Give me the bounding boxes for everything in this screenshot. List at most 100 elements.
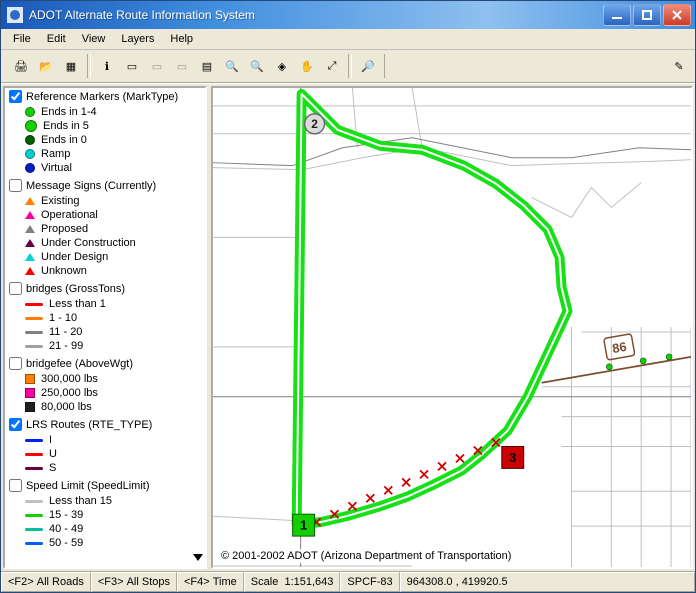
legend-toggle-speed[interactable] — [9, 479, 22, 492]
menu-view[interactable]: View — [74, 31, 114, 47]
find-button[interactable]: 🔎 — [356, 54, 380, 78]
legend-item: Ramp — [25, 147, 201, 161]
status-crs: SPCF-83 — [340, 572, 399, 592]
legend-item-label: 1 - 10 — [49, 311, 77, 325]
maximize-button[interactable] — [633, 4, 661, 26]
menu-help[interactable]: Help — [162, 31, 201, 47]
f2-key: <F2> — [8, 576, 34, 588]
zoom-out-button[interactable]: ◈ — [270, 54, 294, 78]
menu-edit[interactable]: Edit — [39, 31, 74, 47]
svg-text:1: 1 — [300, 518, 307, 533]
status-f3[interactable]: <F3> All Stops — [91, 572, 177, 592]
menu-layers[interactable]: Layers — [113, 31, 162, 47]
legend-item-label: Less than 15 — [49, 494, 112, 508]
new-layer-button[interactable]: ▦ — [59, 54, 83, 78]
legend-item-label: Ramp — [41, 147, 70, 161]
legend-swatch-icon — [25, 239, 35, 247]
legend-swatch-icon — [25, 402, 35, 412]
map-copyright: © 2001-2002 ADOT (Arizona Department of … — [219, 549, 513, 563]
legend-item: Virtual — [25, 161, 201, 175]
legend-toggle-lrs[interactable] — [9, 418, 22, 431]
legend-item-label: Ends in 1-4 — [41, 105, 97, 119]
legend-swatch-icon — [25, 500, 43, 503]
legend-item: 1 - 10 — [25, 311, 201, 325]
legend-group-speed: Speed Limit (SpeedLimit)Less than 1515 -… — [9, 479, 201, 550]
window-buttons — [603, 4, 691, 26]
scroll-down-icon[interactable] — [193, 552, 203, 565]
waypoint-3[interactable]: 3 — [502, 446, 524, 468]
open-button[interactable]: 📂 — [34, 54, 58, 78]
legend-group-refmark: Reference Markers (MarkType)Ends in 1-4E… — [9, 90, 201, 175]
print-button[interactable]: 🖨 — [9, 54, 33, 78]
legend-toggle-refmark[interactable] — [9, 90, 22, 103]
legend-item: S — [25, 461, 201, 475]
legend-swatch-icon — [25, 149, 35, 159]
waypoint-2[interactable]: 2 — [305, 114, 325, 134]
legend-swatch-icon — [25, 197, 35, 205]
legend-item: 300,000 lbs — [25, 372, 201, 386]
legend-swatch-icon — [25, 267, 35, 275]
menubar: File Edit View Layers Help — [1, 29, 695, 50]
legend-item-label: Under Design — [41, 250, 108, 264]
legend-swatch-icon — [25, 211, 35, 219]
minimize-button[interactable] — [603, 4, 631, 26]
legend-swatch-icon — [25, 345, 43, 348]
legend-swatch-icon — [25, 225, 35, 233]
legend-item: 40 - 49 — [25, 522, 201, 536]
legend-item-label: U — [49, 447, 57, 461]
legend-toggle-msgsigns[interactable] — [9, 179, 22, 192]
app-icon — [7, 7, 23, 23]
toolbar-group: 🖨📂▦ — [5, 54, 88, 78]
legend-item-label: 80,000 lbs — [41, 400, 92, 414]
legend-item: Less than 15 — [25, 494, 201, 508]
legend-toggle-bridges[interactable] — [9, 282, 22, 295]
legend-item: Proposed — [25, 222, 201, 236]
svg-text:3: 3 — [509, 450, 516, 465]
toolbar-group: 🔎 — [351, 54, 385, 78]
app-window: ADOT Alternate Route Information System … — [0, 0, 696, 593]
titlebar: ADOT Alternate Route Information System — [1, 1, 695, 29]
legend-swatch-icon — [25, 514, 43, 517]
status-f2[interactable]: <F2> All Roads — [1, 572, 91, 592]
info-button[interactable]: ℹ — [95, 54, 119, 78]
body: Reference Markers (MarkType)Ends in 1-4E… — [1, 83, 695, 571]
f3-label: All Stops — [127, 576, 170, 588]
legend-swatch-icon — [25, 439, 43, 442]
close-button[interactable] — [663, 4, 691, 26]
legend-item: U — [25, 447, 201, 461]
menu-file[interactable]: File — [5, 31, 39, 47]
legend-swatch-icon — [25, 542, 43, 545]
zoom-in-button[interactable]: 🔍 — [245, 54, 269, 78]
zoom-extent-button[interactable]: ⤢ — [320, 54, 344, 78]
legend-item-label: Ends in 0 — [41, 133, 87, 147]
f2-label: All Roads — [37, 576, 84, 588]
map-canvas[interactable]: 86 — [211, 86, 693, 569]
legend-item-label: 11 - 20 — [49, 325, 82, 339]
status-f4[interactable]: <F4> Time — [177, 572, 244, 592]
legend-item: Unknown — [25, 264, 201, 278]
legend-item: Ends in 0 — [25, 133, 201, 147]
pan-button[interactable]: ✋ — [295, 54, 319, 78]
legend-item: Operational — [25, 208, 201, 222]
legend-swatch-icon — [25, 303, 43, 306]
legend-item: Less than 1 — [25, 297, 201, 311]
legend-item-label: Existing — [41, 194, 80, 208]
legend-item: 250,000 lbs — [25, 386, 201, 400]
measure-button[interactable]: ▭ — [120, 54, 144, 78]
zoom-area-button[interactable]: 🔍 — [220, 54, 244, 78]
legend-item-label: Virtual — [41, 161, 72, 175]
legend-swatch-icon — [25, 453, 43, 456]
edit-toggle-button[interactable]: ✎ — [667, 54, 691, 78]
legend-swatch-icon — [25, 120, 37, 132]
legend-swatch-icon — [25, 388, 35, 398]
layers-button[interactable]: ▤ — [195, 54, 219, 78]
legend-panel[interactable]: Reference Markers (MarkType)Ends in 1-4E… — [3, 86, 207, 569]
legend-item: 15 - 39 — [25, 508, 201, 522]
svg-text:2: 2 — [311, 117, 318, 131]
route-shield-86: 86 — [604, 334, 635, 360]
svg-text:86: 86 — [611, 339, 628, 356]
waypoint-1[interactable]: 1 — [293, 514, 315, 536]
legend-swatch-icon — [25, 317, 43, 320]
legend-item-label: 50 - 59 — [49, 536, 83, 550]
legend-toggle-bridgefee[interactable] — [9, 357, 22, 370]
